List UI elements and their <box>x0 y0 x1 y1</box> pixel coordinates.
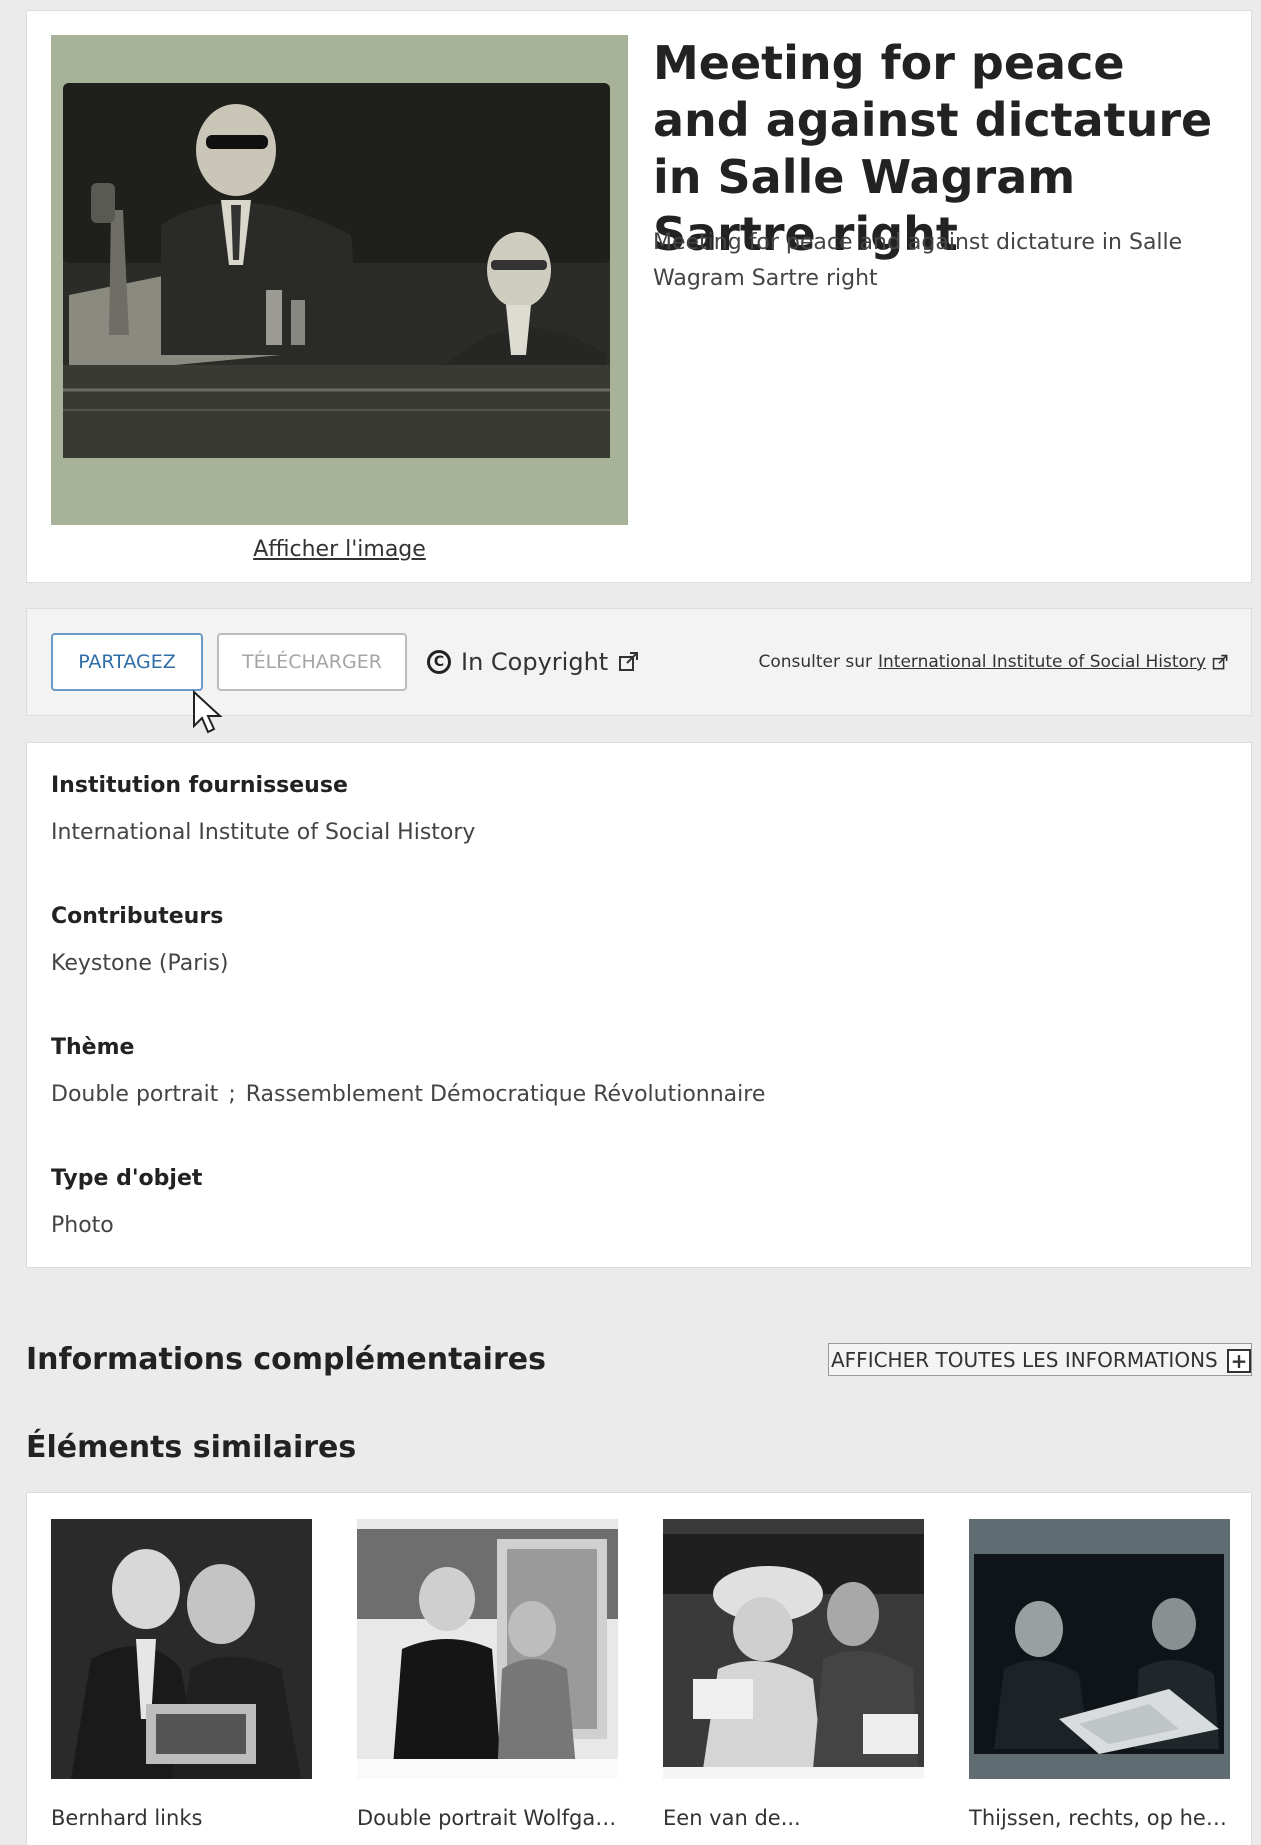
similar-item[interactable]: Bernhard links <box>51 1519 312 1830</box>
thumbnail-image <box>663 1519 924 1779</box>
theme-value[interactable]: Double portrait <box>51 1082 218 1107</box>
plus-icon: + <box>1227 1349 1251 1373</box>
rights-statement-link[interactable]: C In Copyright <box>427 633 640 691</box>
similar-item-caption[interactable]: Double portrait Wolfgan... <box>357 1806 618 1830</box>
metadata-value: Photo <box>51 1213 114 1238</box>
metadata-value: Keystone (Paris) <box>51 951 229 976</box>
similar-items-card: Bernhard links Double portrait Wolfgan..… <box>26 1492 1252 1845</box>
metadata-provider: Institution fournisseuse International I… <box>51 773 475 845</box>
metadata-contributors: Contributeurs Keystone (Paris) <box>51 904 228 976</box>
additional-info-title: Informations complémentaires <box>26 1342 546 1377</box>
external-link-icon[interactable] <box>1212 654 1229 671</box>
metadata-card: Institution fournisseuse International I… <box>26 742 1252 1268</box>
metadata-label: Type d'objet <box>51 1166 203 1191</box>
similar-item-caption[interactable]: Een van de... <box>663 1806 924 1830</box>
similar-item[interactable]: Thijssen, rechts, op het... <box>969 1519 1230 1830</box>
theme-value[interactable]: Rassemblement Démocratique Révolutionnai… <box>246 1082 766 1107</box>
record-photo-image <box>51 35 628 525</box>
metadata-label: Thème <box>51 1035 135 1060</box>
metadata-theme: Thème Double portrait; Rassemblement Démo… <box>51 1035 765 1107</box>
thumbnail-image <box>357 1519 618 1779</box>
consult-prefix: Consulter sur <box>758 652 873 672</box>
theme-separator: ; <box>228 1082 236 1107</box>
show-all-info-button[interactable]: AFFICHER TOUTES LES INFORMATIONS + <box>828 1343 1252 1376</box>
rights-label: In Copyright <box>461 648 609 676</box>
thumbnail-image <box>969 1519 1230 1779</box>
view-image-link[interactable]: Afficher l'image <box>51 537 628 562</box>
show-all-label: AFFICHER TOUTES LES INFORMATIONS <box>831 1347 1218 1372</box>
record-photo[interactable] <box>51 35 628 525</box>
similar-item-caption[interactable]: Bernhard links <box>51 1806 312 1830</box>
metadata-object-type: Type d'objet Photo <box>51 1166 202 1238</box>
action-bar: PARTAGEZ TÉLÉCHARGER C In Copyright Cons… <box>26 608 1252 716</box>
metadata-value: Double portrait; Rassemblement Démocratiq… <box>51 1082 765 1107</box>
similar-item[interactable]: Een van de... <box>663 1519 924 1830</box>
copyright-icon: C <box>427 650 451 674</box>
external-link-icon <box>619 652 639 671</box>
download-button[interactable]: TÉLÉCHARGER <box>217 633 407 691</box>
similar-item-caption[interactable]: Thijssen, rechts, op het... <box>969 1806 1230 1830</box>
share-button[interactable]: PARTAGEZ <box>51 633 203 691</box>
similar-items-title: Éléments similaires <box>26 1430 357 1465</box>
record-header-card: Afficher l'image Meeting for peace and a… <box>26 10 1252 583</box>
consult-provider: Consulter sur International Institute of… <box>758 633 1229 691</box>
provider-link[interactable]: International Institute of Social Histor… <box>878 652 1206 672</box>
metadata-label: Contributeurs <box>51 904 224 929</box>
similar-item-thumbnail[interactable] <box>663 1519 924 1779</box>
metadata-value: International Institute of Social Histor… <box>51 820 476 845</box>
metadata-label: Institution fournisseuse <box>51 773 348 798</box>
similar-item[interactable]: Double portrait Wolfgan... <box>357 1519 618 1830</box>
thumbnail-image <box>51 1519 312 1779</box>
similar-item-thumbnail[interactable] <box>357 1519 618 1779</box>
record-description: Meeting for peace and against dictature … <box>653 230 1183 291</box>
similar-item-thumbnail[interactable] <box>51 1519 312 1779</box>
similar-item-thumbnail[interactable] <box>969 1519 1230 1779</box>
